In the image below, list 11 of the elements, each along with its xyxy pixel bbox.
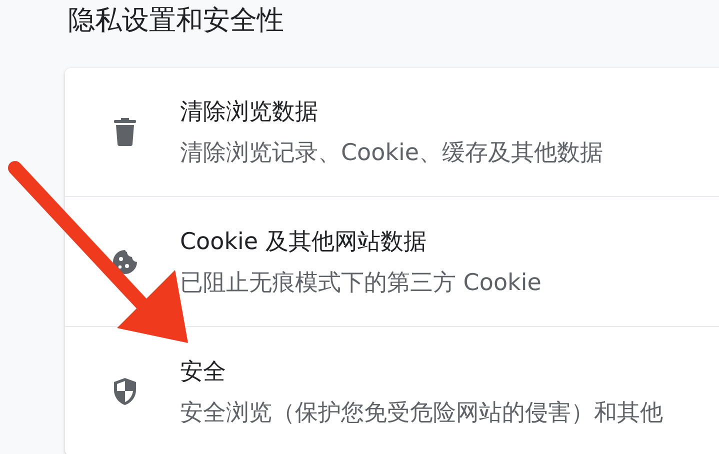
item-subtitle: 安全浏览（保护您免受危险网站的侵害）和其他: [180, 398, 663, 428]
shield-icon: [114, 378, 136, 405]
item-subtitle: 清除浏览记录、Cookie、缓存及其他数据: [180, 139, 604, 168]
item-title: 清除浏览数据: [180, 98, 318, 127]
item-title: 安全: [180, 358, 226, 386]
section-title: 隐私设置和安全性: [67, 4, 285, 38]
item-subtitle: 已阻止无痕模式下的第三方 Cookie: [180, 268, 542, 298]
trash-icon: [114, 118, 136, 146]
settings-row[interactable]: 清除浏览数据 清除浏览记录、Cookie、缓存及其他数据: [65, 68, 719, 196]
item-title: Cookie 及其他网站数据: [180, 228, 426, 256]
cookie-icon: [112, 248, 138, 274]
